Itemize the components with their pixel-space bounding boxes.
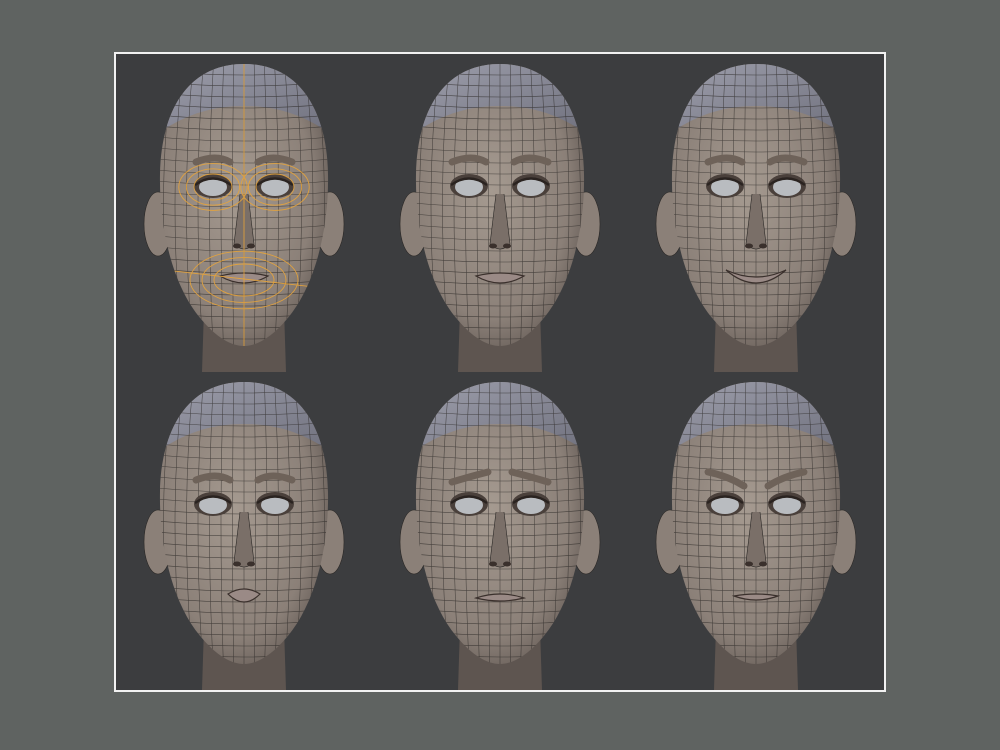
left-brow <box>704 154 746 166</box>
nostril <box>247 561 255 567</box>
head-render <box>143 64 345 372</box>
nostril <box>745 561 753 567</box>
head-render <box>399 382 601 690</box>
nostril <box>489 561 497 567</box>
head-panel-neutral-topology <box>116 54 372 372</box>
head-panel-smile <box>628 54 884 372</box>
head-render <box>399 64 601 372</box>
head-render <box>143 382 345 690</box>
nostril <box>503 561 511 567</box>
left-brow <box>192 472 234 484</box>
head-render <box>655 382 857 690</box>
right-brow <box>510 154 552 166</box>
nostril <box>503 243 511 249</box>
right-brow <box>766 154 808 166</box>
left-brow <box>448 154 490 166</box>
left-brow <box>192 154 234 166</box>
head-panel-neutral <box>372 54 628 372</box>
nostril <box>233 243 241 249</box>
head-render <box>655 64 857 372</box>
head-panel-angry <box>628 372 884 690</box>
nostril <box>745 243 753 249</box>
nostril <box>759 561 767 567</box>
head-panel-pout <box>116 372 372 690</box>
expression-grid <box>116 54 884 690</box>
head-panel-sad <box>372 372 628 690</box>
nostril <box>489 243 497 249</box>
nostril <box>233 561 241 567</box>
nostril <box>759 243 767 249</box>
right-brow <box>254 154 296 166</box>
nostril <box>247 243 255 249</box>
right-brow <box>254 472 296 484</box>
image-frame <box>114 52 886 692</box>
